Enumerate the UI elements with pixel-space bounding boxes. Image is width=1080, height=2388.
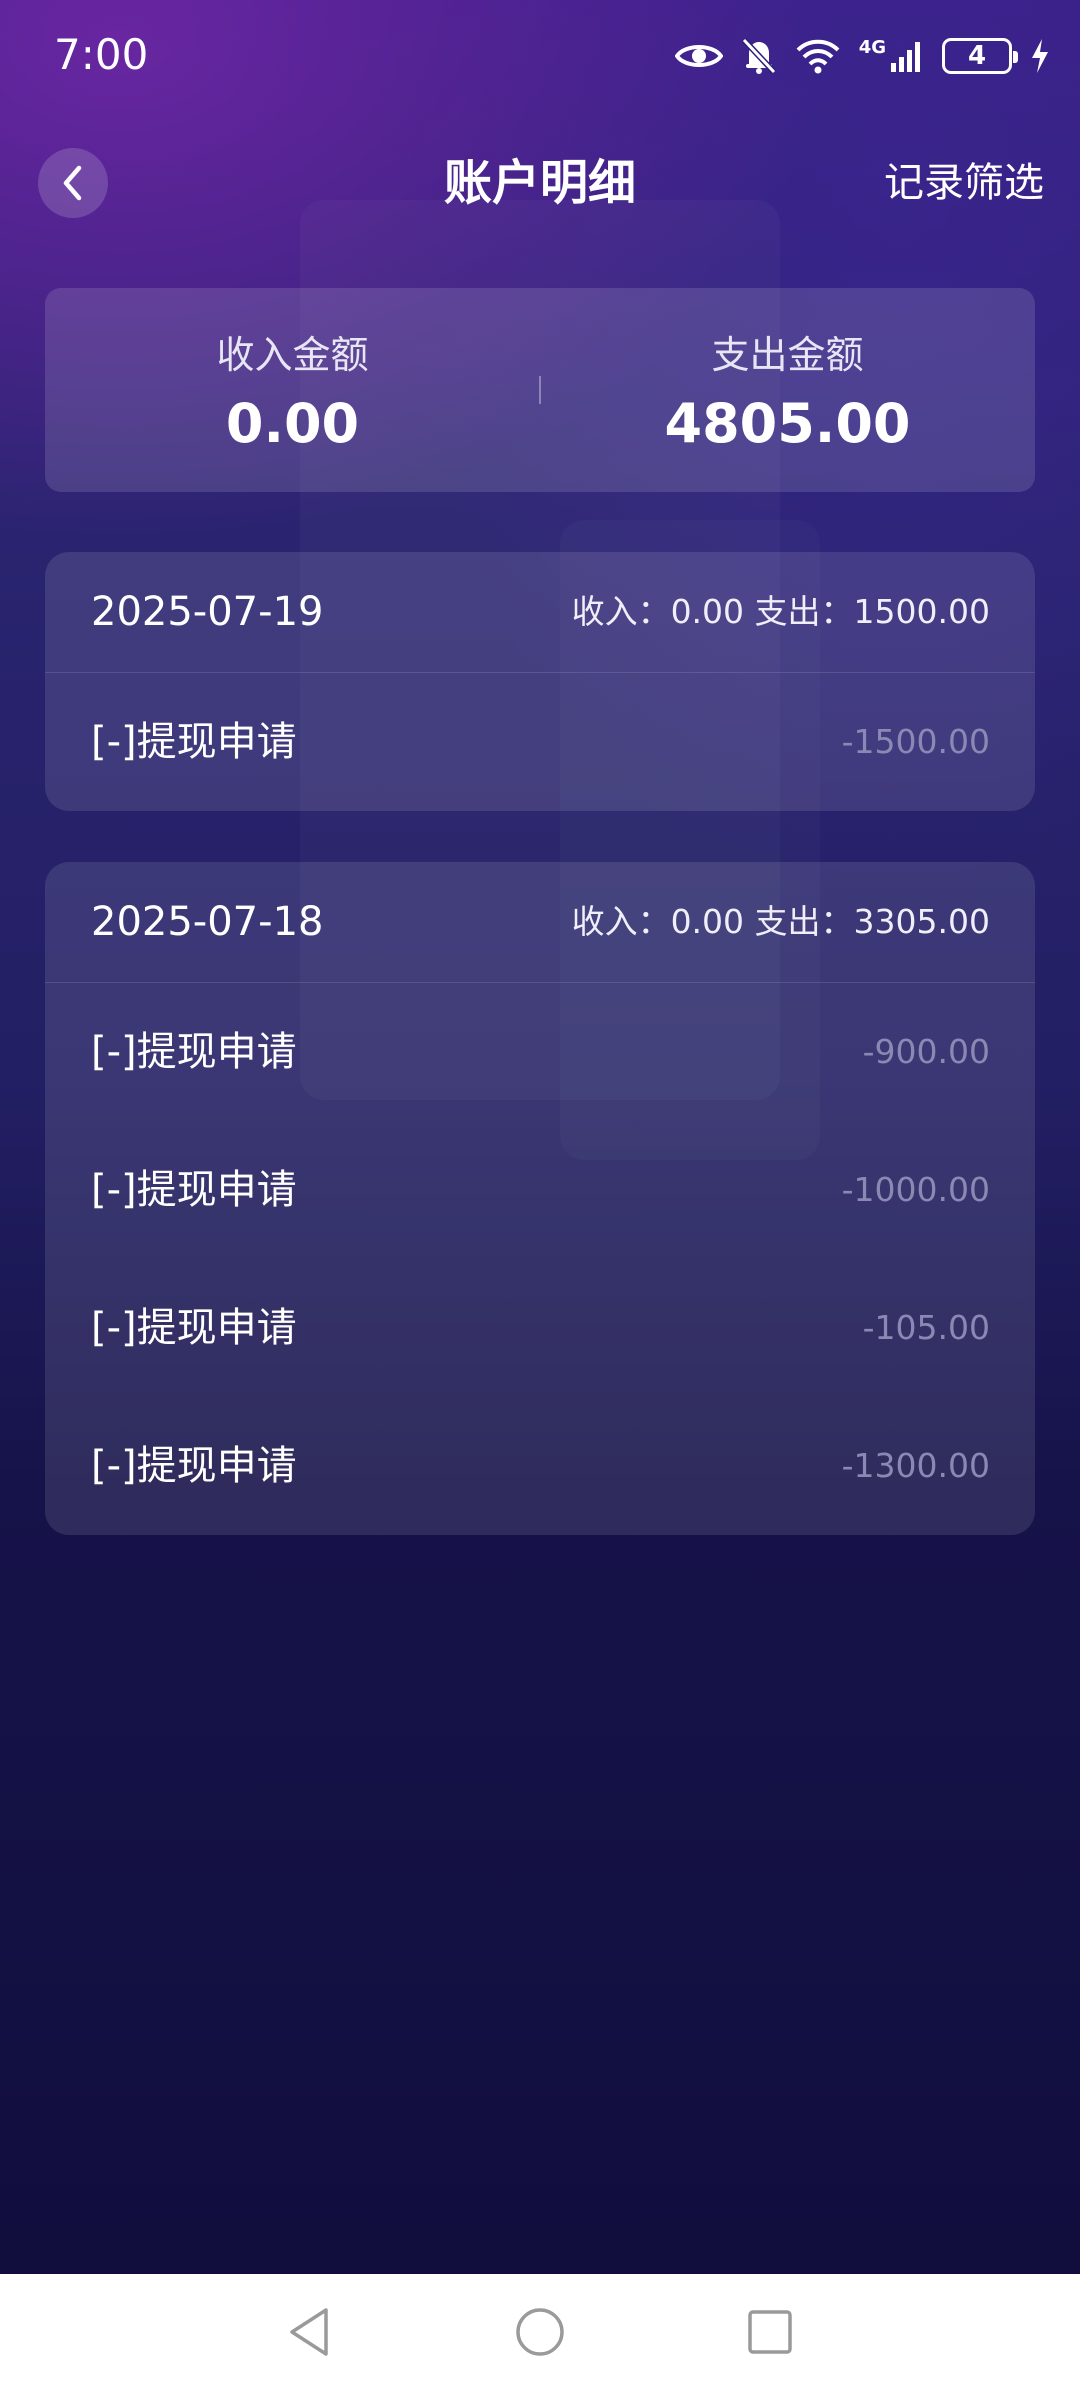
home-circle-icon (516, 2308, 564, 2356)
transaction-row[interactable]: [-]提现申请 -1300.00 (45, 1397, 1035, 1535)
nav-back-button[interactable] (282, 2304, 338, 2360)
back-triangle-icon (290, 2308, 328, 2356)
transaction-amount: -1300.00 (841, 1446, 990, 1485)
transaction-title: [-]提现申请 (91, 1167, 297, 1213)
status-icons: 4G 4 (674, 32, 1050, 80)
header: 账户明细 记录筛选 (0, 140, 1080, 236)
system-nav-bar (0, 2274, 1080, 2388)
transaction-amount: -1000.00 (841, 1170, 990, 1209)
transaction-amount: -1500.00 (841, 722, 990, 761)
transaction-title: [-]提现申请 (91, 1443, 297, 1489)
status-time: 7:00 (54, 30, 149, 79)
expense-summary: 支出金额 4805.00 (540, 288, 1035, 492)
expense-label: 支出金额 (711, 333, 864, 377)
status-bar: 7:00 4G 4 (0, 0, 1080, 118)
battery-icon: 4 (942, 38, 1018, 74)
recents-square-icon (748, 2310, 792, 2354)
summary-card: 收入金额 0.00 支出金额 4805.00 (45, 288, 1035, 492)
day-totals: 收入：0.00 支出：1500.00 (571, 592, 990, 631)
transaction-amount: -105.00 (862, 1308, 990, 1347)
battery-level: 4 (967, 41, 987, 71)
record-filter-button[interactable]: 记录筛选 (884, 140, 1044, 226)
transaction-row[interactable]: [-]提现申请 -1000.00 (45, 1121, 1035, 1259)
nav-recents-button[interactable] (742, 2304, 798, 2360)
bell-muted-icon (741, 37, 776, 75)
transaction-row[interactable]: [-]提现申请 -105.00 (45, 1259, 1035, 1397)
day-date: 2025-07-18 (91, 899, 324, 945)
transaction-amount: -900.00 (862, 1032, 990, 1071)
transaction-row[interactable]: [-]提现申请 -1500.00 (45, 673, 1035, 811)
income-value: 0.00 (225, 392, 360, 455)
day-header: 2025-07-19 收入：0.00 支出：1500.00 (45, 552, 1035, 673)
wifi-icon (796, 39, 840, 74)
day-date: 2025-07-19 (91, 589, 324, 635)
expense-value: 4805.00 (664, 392, 911, 455)
day-totals: 收入：0.00 支出：3305.00 (571, 902, 990, 941)
nav-home-button[interactable] (512, 2304, 568, 2360)
transaction-row[interactable]: [-]提现申请 -900.00 (45, 983, 1035, 1121)
income-label: 收入金额 (216, 333, 369, 377)
day-header: 2025-07-18 收入：0.00 支出：3305.00 (45, 862, 1035, 983)
signal-icon (891, 42, 920, 72)
network-type-label: 4G (858, 37, 886, 58)
transaction-title: [-]提现申请 (91, 719, 297, 765)
income-summary: 收入金额 0.00 (45, 288, 540, 492)
transaction-title: [-]提现申请 (91, 1029, 297, 1075)
transaction-title: [-]提现申请 (91, 1305, 297, 1351)
day-group: 2025-07-19 收入：0.00 支出：1500.00 [-]提现申请 -1… (45, 552, 1035, 811)
eye-icon (674, 45, 723, 67)
network-indicator: 4G (859, 39, 924, 73)
day-group: 2025-07-18 收入：0.00 支出：3305.00 [-]提现申请 -9… (45, 862, 1035, 1535)
charging-icon (1032, 39, 1048, 73)
